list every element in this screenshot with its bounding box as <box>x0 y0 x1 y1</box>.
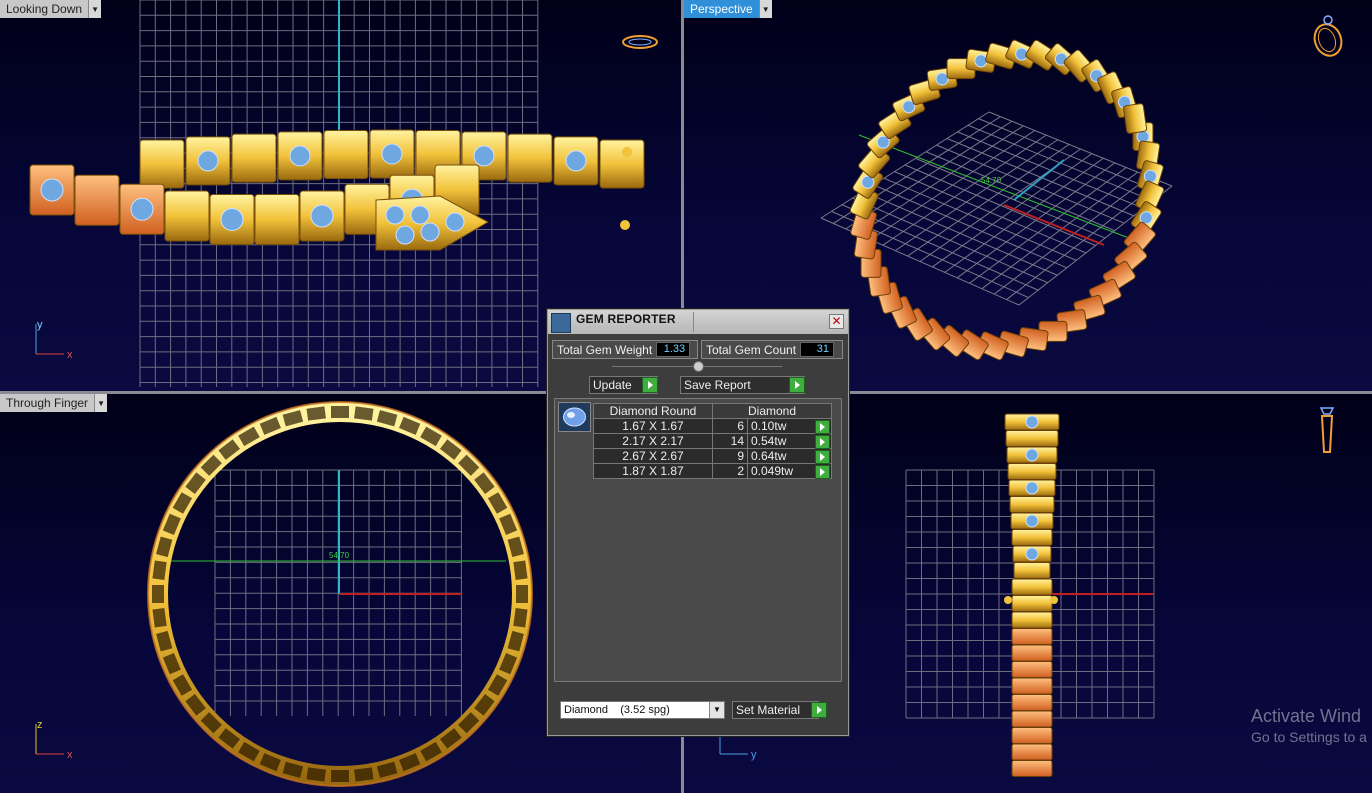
table-row[interactable]: 2.67 X 2.67 9 0.64tw <box>593 448 832 464</box>
gem-weight-value: 0.049tw <box>751 464 794 478</box>
close-button[interactable]: ✕ <box>829 314 844 329</box>
row-arrow-icon[interactable] <box>815 450 830 464</box>
viewport-label-text: Through Finger <box>0 394 95 412</box>
axis-label-x: x <box>67 749 73 760</box>
total-gem-weight-field: Total Gem Weight 1.33 <box>552 340 698 359</box>
column-header-material[interactable]: Diamond <box>712 403 832 419</box>
axis-label-y: y <box>37 319 43 331</box>
update-arrow-icon[interactable] <box>642 377 658 393</box>
gem-count-cell: 6 <box>712 418 748 434</box>
dialog-titlebar[interactable]: GEM REPORTER ✕ <box>548 310 848 334</box>
gem-table: Diamond Round Diamond 1.67 X 1.67 6 0.10tw… <box>593 403 832 479</box>
viewport-label-text: Looking Down <box>0 0 89 18</box>
gem-list-panel: Diamond Round Diamond 1.67 X 1.67 6 0.10tw… <box>554 398 842 682</box>
material-select[interactable]: Diamond (3.52 spg) ▼ <box>560 701 725 719</box>
gem-weight-value: 0.64tw <box>751 449 787 463</box>
gem-weight-cell: 0.049tw <box>747 463 832 479</box>
axis-label-z: z <box>37 719 43 731</box>
total-gem-weight-value: 1.33 <box>656 342 691 357</box>
gem-reporter-dialog: GEM REPORTER ✕ Total Gem Weight 1.33 Tot… <box>547 309 849 736</box>
gem-weight-cell: 0.54tw <box>747 433 832 449</box>
viewport-label-looking-down[interactable]: Looking Down ▼ <box>0 0 102 18</box>
total-gem-weight-label: Total Gem Weight <box>557 342 653 357</box>
gem-count-cell: 14 <box>712 433 748 449</box>
gem-size-cell: 2.17 X 2.17 <box>593 433 713 449</box>
total-gem-count-value: 31 <box>800 342 835 357</box>
save-report-arrow-icon[interactable] <box>789 377 805 393</box>
gem-size-cell: 1.87 X 1.87 <box>593 463 713 479</box>
set-material-arrow-icon[interactable] <box>811 702 827 718</box>
viewport-label-through-finger[interactable]: Through Finger ▼ <box>0 394 108 412</box>
chevron-down-icon[interactable]: ▼ <box>758 0 772 18</box>
gem-weight-cell: 0.64tw <box>747 448 832 464</box>
gem-weight-value: 0.10tw <box>751 419 787 433</box>
set-material-button-label: Set Material <box>736 703 801 717</box>
gem-weight-cell: 0.10tw <box>747 418 832 434</box>
chevron-down-icon[interactable]: ▼ <box>709 702 724 718</box>
viewport-label-perspective[interactable]: Perspective ▼ <box>684 0 772 18</box>
row-arrow-icon[interactable] <box>815 465 830 479</box>
table-row[interactable]: 2.17 X 2.17 14 0.54tw <box>593 433 832 449</box>
ring-preview-icon[interactable] <box>620 32 660 52</box>
watermark-line-2: Go to Settings to a <box>1251 729 1367 745</box>
titlebar-separator <box>693 312 694 332</box>
chevron-down-icon[interactable]: ▼ <box>94 394 108 412</box>
save-report-button[interactable]: Save Report <box>680 376 805 394</box>
table-row[interactable]: 1.67 X 1.67 6 0.10tw <box>593 418 832 434</box>
gem-weight-value: 0.54tw <box>751 434 787 448</box>
viewport-label-text: Perspective <box>684 0 759 18</box>
total-gem-count-field: Total Gem Count 31 <box>701 340 843 359</box>
set-material-button[interactable]: Set Material <box>732 701 819 719</box>
axis-label-y: y <box>751 749 757 761</box>
gem-count-cell: 9 <box>712 448 748 464</box>
row-arrow-icon[interactable] <box>815 435 830 449</box>
dimension-label: 54.70 <box>329 551 350 560</box>
watermark-line-1: Activate Wind <box>1251 706 1362 726</box>
material-select-value: Diamond (3.52 spg) <box>564 704 670 716</box>
activate-windows-watermark: Activate Wind Go to Settings to a <box>1251 706 1367 745</box>
row-arrow-icon[interactable] <box>815 420 830 434</box>
column-header-size[interactable]: Diamond Round <box>593 403 713 419</box>
ring-preview-icon[interactable] <box>1310 12 1346 60</box>
gem-size-cell: 1.67 X 1.67 <box>593 418 713 434</box>
table-row[interactable]: 1.87 X 1.87 2 0.049tw <box>593 463 832 479</box>
gem-reporter-logo-icon <box>551 313 571 333</box>
axis-indicator: y x <box>35 319 73 361</box>
splitter-knob[interactable] <box>693 361 704 372</box>
axis-label-x: x <box>67 349 73 361</box>
diamond-gem-icon[interactable] <box>558 402 591 432</box>
axis-indicator: z x <box>35 719 73 760</box>
total-gem-count-label: Total Gem Count <box>706 342 797 357</box>
update-button-label: Update <box>593 378 632 392</box>
chevron-down-icon[interactable]: ▼ <box>88 0 102 18</box>
gem-count-cell: 2 <box>712 463 748 479</box>
dimension-label: 54.70 <box>981 176 1002 185</box>
splitter-handle[interactable] <box>612 361 782 372</box>
save-report-button-label: Save Report <box>684 378 751 392</box>
gem-size-cell: 2.67 X 2.67 <box>593 448 713 464</box>
dialog-title: GEM REPORTER <box>576 312 676 326</box>
ring-preview-icon[interactable] <box>1312 404 1342 458</box>
